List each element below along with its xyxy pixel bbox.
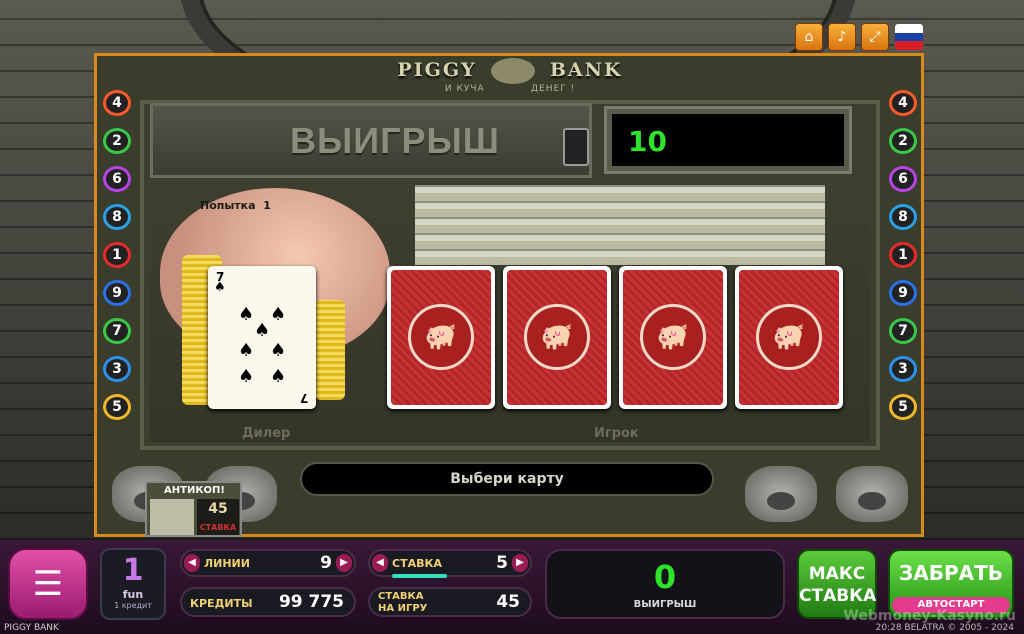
fun-sub-label: 1 кредит bbox=[114, 601, 152, 610]
piggy-icon: 🐖 bbox=[772, 322, 806, 352]
piggy-icon: 🐖 bbox=[540, 322, 574, 352]
game-logo: PIGGY BANK И КУЧА ДЕНЕГ ! bbox=[385, 58, 635, 98]
line-button-3[interactable]: 3 bbox=[103, 356, 131, 382]
player-label: Игрок bbox=[594, 426, 639, 441]
piggy-icon: 🐖 bbox=[424, 322, 458, 352]
stake-progress-bar bbox=[392, 574, 447, 578]
spade-icon: ♠ bbox=[238, 304, 255, 325]
copyright-footer: 20:28 BELATRA © 2005 - 2024 bbox=[875, 623, 1014, 633]
line-button-4[interactable]: 4 bbox=[103, 90, 131, 116]
lines-value: 9 bbox=[320, 553, 332, 573]
top-toolbar: ⌂ ♪ ⤢ bbox=[795, 23, 924, 51]
player-card-2[interactable]: 🐖 bbox=[503, 266, 611, 409]
logo-subtitle-left: И КУЧА bbox=[444, 84, 485, 94]
credits-label: КРЕДИТЫ bbox=[190, 597, 253, 610]
anticop-panel[interactable]: АНТИКОП! 45 СТАВКА bbox=[145, 481, 242, 537]
pig-head-decoration bbox=[745, 466, 817, 522]
line-button-7[interactable]: 7 bbox=[103, 318, 131, 344]
denomination-box[interactable]: 1 fun 1 кредит bbox=[100, 548, 166, 620]
lines-label: ЛИНИИ bbox=[204, 557, 250, 570]
lines-decrease-button[interactable]: ◀ bbox=[184, 554, 200, 572]
line-button-2[interactable]: 2 bbox=[103, 128, 131, 154]
stake-label: СТАВКА bbox=[392, 557, 442, 570]
game-stake-box: СТАВКА НА ИГРУ 45 bbox=[368, 587, 532, 617]
logo-title-left: PIGGY bbox=[397, 59, 477, 81]
cash-stacks bbox=[415, 185, 825, 265]
win-label: ВЫИГРЫШ bbox=[290, 120, 500, 161]
left-lines-rail: 4 2 6 8 1 9 7 3 5 bbox=[103, 90, 133, 420]
coin-stack bbox=[315, 300, 345, 400]
stake-decrease-button[interactable]: ◀ bbox=[372, 554, 388, 572]
line-button-9[interactable]: 9 bbox=[889, 280, 917, 306]
card-rank: 7 bbox=[299, 391, 308, 405]
piggy-icon: 🐖 bbox=[656, 322, 690, 352]
player-card-3[interactable]: 🐖 bbox=[619, 266, 727, 409]
menu-icon: ☰ bbox=[32, 564, 64, 604]
line-button-4[interactable]: 4 bbox=[889, 90, 917, 116]
spade-icon: ♠ bbox=[270, 366, 287, 387]
line-button-5[interactable]: 5 bbox=[889, 394, 917, 420]
logo-subtitle-right: ДЕНЕГ ! bbox=[531, 84, 576, 94]
anticop-icon bbox=[150, 499, 194, 535]
pig-head-decoration bbox=[836, 466, 908, 522]
dealer-card: 7 ♠ ♠ ♠ ♠ ♠ ♠ ♠ ♠ 7 bbox=[208, 266, 316, 409]
line-button-6[interactable]: 6 bbox=[103, 166, 131, 192]
line-button-6[interactable]: 6 bbox=[889, 166, 917, 192]
piggy-logo-icon bbox=[491, 58, 536, 84]
attempt-label: Попытка 1 bbox=[200, 199, 271, 212]
fullscreen-icon[interactable]: ⤢ bbox=[861, 23, 889, 51]
line-button-8[interactable]: 8 bbox=[889, 204, 917, 230]
line-button-2[interactable]: 2 bbox=[889, 128, 917, 154]
line-button-9[interactable]: 9 bbox=[103, 280, 131, 306]
game-stake-label: СТАВКА НА ИГРУ bbox=[378, 591, 428, 614]
line-button-1[interactable]: 1 bbox=[889, 242, 917, 268]
bottom-win-value: 0 bbox=[653, 558, 677, 596]
line-button-7[interactable]: 7 bbox=[889, 318, 917, 344]
message-bar: Выбери карту bbox=[300, 462, 714, 496]
spade-icon: ♠ bbox=[238, 366, 255, 387]
player-card-1[interactable]: 🐖 bbox=[387, 266, 495, 409]
spade-icon: ♠ bbox=[270, 304, 287, 325]
fun-value: 1 bbox=[122, 553, 144, 588]
bottom-win-box: 0 ВЫИГРЫШ bbox=[545, 549, 785, 619]
dealer-label: Дилер bbox=[242, 426, 291, 441]
credits-box: КРЕДИТЫ 99 775 bbox=[180, 587, 356, 617]
fun-label: fun bbox=[122, 588, 144, 601]
anticop-title: АНТИКОП! bbox=[164, 485, 225, 496]
keyhole-icon bbox=[563, 128, 589, 166]
take-label: ЗАБРАТЬ bbox=[899, 561, 1003, 585]
anticop-stake-label: СТАВКА bbox=[199, 523, 237, 532]
volume-icon[interactable]: ♪ bbox=[828, 23, 856, 51]
logo-title-right: BANK bbox=[549, 59, 623, 81]
game-stake-value: 45 bbox=[496, 592, 520, 612]
credits-value: 99 775 bbox=[278, 592, 344, 612]
line-button-5[interactable]: 5 bbox=[103, 394, 131, 420]
lines-increase-button[interactable]: ▶ bbox=[336, 554, 352, 572]
home-icon[interactable]: ⌂ bbox=[795, 23, 823, 51]
line-button-1[interactable]: 1 bbox=[103, 242, 131, 268]
spade-icon: ♠ bbox=[238, 340, 255, 361]
language-flag-icon[interactable] bbox=[894, 23, 924, 51]
line-button-3[interactable]: 3 bbox=[889, 356, 917, 382]
line-button-8[interactable]: 8 bbox=[103, 204, 131, 230]
spade-icon: ♠ bbox=[254, 320, 271, 341]
game-name-footer: PIGGY BANK bbox=[4, 623, 59, 633]
lines-control: ◀ ЛИНИИ 9 ▶ bbox=[180, 549, 356, 577]
bottom-win-label: ВЫИГРЫШ bbox=[633, 599, 697, 610]
spade-icon: ♠ bbox=[214, 280, 226, 295]
watermark: Webmoney-Kasyno.ru bbox=[843, 608, 1016, 624]
player-card-4[interactable]: 🐖 bbox=[735, 266, 843, 409]
stake-value: 5 bbox=[496, 553, 508, 573]
right-lines-rail: 4 2 6 8 1 9 7 3 5 bbox=[889, 90, 919, 420]
stake-control: ◀ СТАВКА 5 ▶ bbox=[368, 549, 532, 577]
win-value: 10 bbox=[628, 125, 667, 158]
stake-increase-button[interactable]: ▶ bbox=[512, 554, 528, 572]
spade-icon: ♠ bbox=[270, 340, 287, 361]
menu-button[interactable]: ☰ bbox=[8, 548, 88, 620]
anticop-value: 45 bbox=[208, 501, 228, 517]
